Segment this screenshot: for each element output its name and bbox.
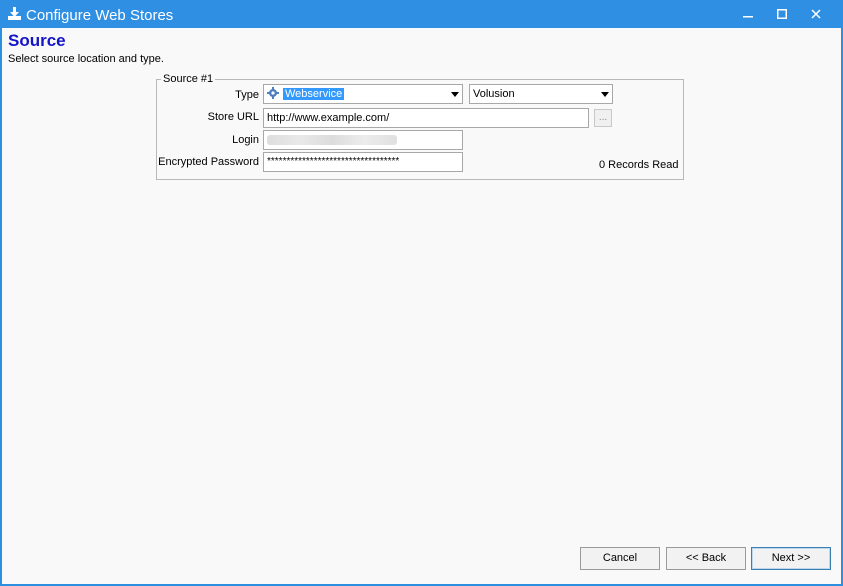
download-icon	[8, 7, 21, 20]
chevron-down-icon	[601, 92, 609, 97]
close-button[interactable]	[798, 0, 834, 28]
chevron-down-icon	[451, 92, 459, 97]
login-input[interactable]	[263, 130, 463, 150]
page-title: Source	[8, 31, 66, 50]
title-bar[interactable]: Configure Web Stores	[0, 0, 843, 28]
maximize-icon	[777, 9, 787, 19]
store-url-input[interactable]: http://www.example.com/	[263, 108, 589, 128]
wizard-content: Source Select source location and type. …	[2, 28, 841, 584]
type-label: Type	[235, 89, 259, 101]
maximize-button[interactable]	[764, 0, 800, 28]
gear-icon	[267, 87, 279, 99]
cancel-button[interactable]: Cancel	[580, 547, 660, 570]
records-status: 0 Records Read	[599, 159, 679, 171]
minimize-button[interactable]	[730, 0, 766, 28]
minimize-icon	[743, 16, 753, 18]
window-title: Configure Web Stores	[26, 7, 174, 24]
platform-dropdown[interactable]: Volusion	[469, 84, 613, 104]
back-button[interactable]: << Back	[666, 547, 746, 570]
store-url-value: http://www.example.com/	[267, 112, 390, 124]
close-icon	[811, 9, 821, 19]
next-button[interactable]: Next >>	[751, 547, 831, 570]
browse-button[interactable]: ...	[594, 109, 612, 127]
login-redacted-value	[267, 135, 397, 145]
store-url-label: Store URL	[207, 111, 259, 123]
page-subtitle: Select source location and type.	[8, 53, 164, 65]
type-dropdown[interactable]: Webservice	[263, 84, 463, 104]
configure-web-stores-window: Configure Web Stores Source Select sourc…	[0, 0, 843, 586]
password-value: **********************************	[267, 156, 400, 167]
platform-selected-value: Volusion	[473, 88, 515, 100]
password-label: Encrypted Password	[158, 156, 259, 168]
source-group-legend: Source #1	[161, 73, 216, 85]
password-input[interactable]: **********************************	[263, 152, 463, 172]
login-label: Login	[232, 134, 259, 146]
type-selected-value: Webservice	[283, 88, 345, 100]
